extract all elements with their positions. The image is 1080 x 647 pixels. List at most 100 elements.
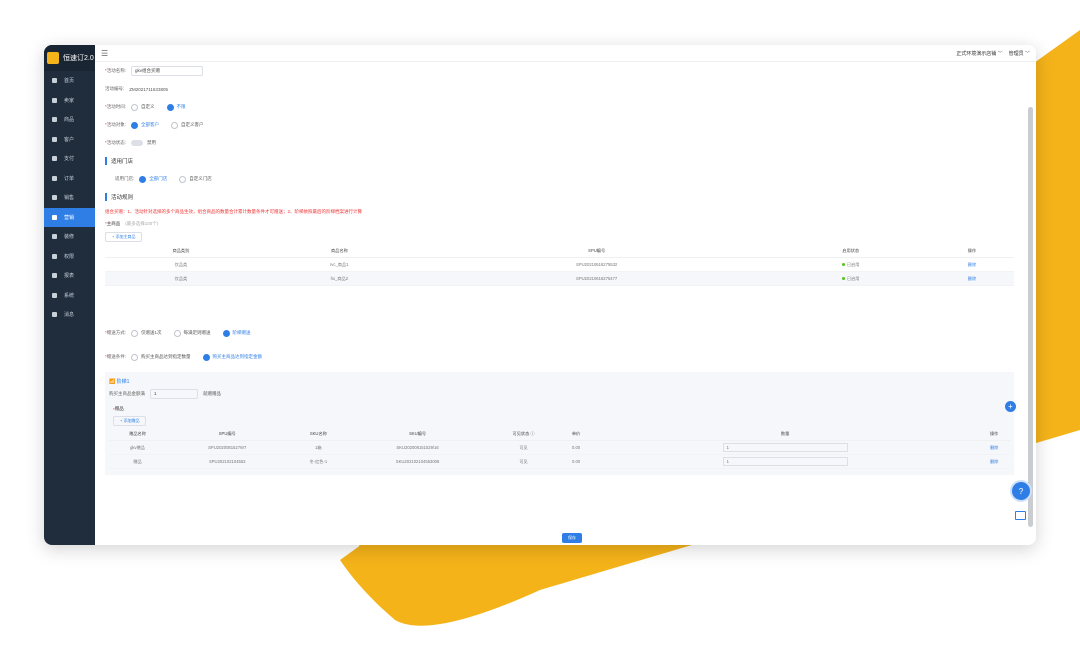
gift-mode-once-radio[interactable]: 仅赠送1次 — [131, 329, 162, 337]
sidebar-item[interactable]: 支付 — [44, 149, 95, 169]
nav-icon — [52, 97, 57, 103]
status-dot — [841, 276, 845, 280]
gift-qty-input[interactable]: 1 — [722, 443, 848, 452]
table-cell: 饮品类 — [174, 261, 188, 267]
gift-mode-tier-radio[interactable]: 阶梯赠送 — [222, 329, 251, 337]
table-cell: SPU2020081527W7 — [208, 445, 247, 450]
table-header: SKU名称 — [288, 427, 349, 441]
nav-icon — [52, 175, 57, 181]
store-all-radio[interactable]: 全部门店 — [139, 175, 167, 183]
sidebar-item[interactable]: 系统 — [44, 286, 95, 306]
topbar: ☰ 正式环境演示店铺 ﹀ 管理员 ﹀ — [95, 45, 1036, 62]
scrollbar[interactable] — [1028, 107, 1033, 527]
time-custom-radio[interactable]: 自定义 — [131, 103, 155, 111]
name-label: *活动名称: — [105, 68, 127, 73]
rule-section-title: 活动规则 — [105, 188, 1014, 206]
sidebar-item-label: 卖家 — [64, 97, 75, 104]
sidebar-item[interactable]: 客户 — [44, 130, 95, 150]
gift-table: 赠品名称 SPU编号 SKU名称 SKU编号 可见状态 ⓘ 单价 数量 操作 gkv赠品 SPU… — [109, 427, 1010, 469]
tier-qty-input[interactable]: 1 — [150, 389, 198, 399]
logo[interactable]: 恒速订2.0 — [44, 45, 95, 71]
main-goods-table: 商品类别 商品名称 SPU编号 启用状态 操作 饮品类 Ivc_商品1 SPU2021061… — [105, 244, 1014, 286]
gift-mode-each-radio[interactable]: 每满足则赠送 — [173, 329, 211, 337]
help-icon[interactable]: ? — [1010, 480, 1032, 502]
table-cell: SPU20210616275477 — [576, 276, 618, 281]
target-custom-radio[interactable]: 自定义客户 — [171, 121, 204, 129]
tier-qty-label: 购买主商品金额满 — [109, 391, 145, 396]
gift-goods-label: 赠品 — [114, 406, 124, 411]
table-cell: 已启用 — [846, 275, 860, 281]
sidebar-item-label: 报表 — [64, 273, 75, 280]
app-title: 恒速订2.0 — [63, 55, 94, 62]
user-menu[interactable]: 管理员 ﹀ — [1009, 50, 1030, 57]
sidebar-item[interactable]: 权限 — [44, 247, 95, 267]
mail-icon[interactable] — [1015, 511, 1026, 520]
app-window: 恒速订2.0 首页卖家商品 客户支付订单销售营销装修权限报表系统消息 ☰ 正式环境… — [44, 45, 1036, 545]
rule-note: 组合买赠：1、活动针对选择的多个商品生效，组合商品的数量合计累计数量条件才可赠送… — [105, 209, 363, 214]
nav-icon — [52, 273, 57, 279]
name-input[interactable]: gkv组合买赠 — [131, 66, 204, 76]
table-header: 启用状态 — [771, 244, 930, 258]
store-label: 适用门店: — [115, 176, 135, 181]
sidebar-item[interactable]: 装修 — [44, 227, 95, 247]
save-button[interactable]: 保存 — [562, 533, 582, 543]
nav-icon — [52, 292, 57, 298]
sidebar-item-label: 营销 — [64, 214, 75, 221]
form-content: *活动名称: gkv组合买赠 活动编号: ZM2021711633805 *活动… — [95, 62, 1024, 545]
table-row: 饮品类 hx_商品2 SPU20210616275477 已启用 删除 — [105, 271, 1014, 286]
delete-link[interactable]: 删除 — [990, 445, 998, 450]
sidebar-item-label: 支付 — [64, 156, 75, 163]
time-label: *活动时间: — [105, 104, 127, 109]
table-cell: 赠品 — [133, 458, 142, 464]
sidebar-item-label: 销售 — [64, 195, 75, 202]
gift-cond-amount-radio[interactable]: 购买主商品达到指定金额 — [202, 353, 262, 361]
table-header: 操作 — [978, 427, 1010, 441]
tier-qty-suffix: 就赠赠品 — [203, 391, 221, 396]
add-gift-button[interactable]: + 添加赠品 — [113, 416, 147, 426]
tier-title: 📶 阶梯1 — [109, 379, 130, 385]
add-tier-icon[interactable]: + — [1005, 401, 1016, 412]
sidebar-item-label: 装修 — [64, 234, 75, 241]
time-unlimited-radio[interactable]: 不限 — [166, 103, 186, 111]
sidebar-item[interactable]: 首页 — [44, 71, 95, 91]
target-all-radio[interactable]: 全部客户 — [131, 121, 159, 129]
sidebar-item[interactable]: 订单 — [44, 169, 95, 189]
sidebar-item[interactable]: 商品 — [44, 110, 95, 130]
sidebar-item[interactable]: 营销 — [44, 207, 95, 227]
table-header: SPU编号 — [166, 427, 289, 441]
table-cell: 可见 — [519, 458, 528, 464]
table-cell: SKU202008151529/16 — [396, 445, 439, 450]
delete-link[interactable]: 删除 — [990, 459, 998, 464]
sidebar-item-label: 权限 — [64, 253, 75, 260]
table-cell: hx_商品2 — [330, 275, 349, 281]
table-cell: 0.00 — [571, 459, 581, 464]
menu-toggle-icon[interactable]: ☰ — [101, 49, 108, 58]
sidebar: 恒速订2.0 首页卖家商品 客户支付订单销售营销装修权限报表系统消息 — [44, 45, 95, 545]
status-toggle[interactable] — [131, 140, 144, 146]
delete-link[interactable]: 删除 — [968, 276, 976, 281]
sidebar-item[interactable]: 卖家 — [44, 91, 95, 111]
sidebar-item[interactable]: 消息 — [44, 305, 95, 325]
table-row: 赠品 SPU202102104553 冬-红色-1 SKU20210210455300… — [109, 454, 1010, 469]
store-custom-radio[interactable]: 自定义门店 — [179, 175, 212, 183]
delete-link[interactable]: 删除 — [968, 262, 976, 267]
gift-cond-qty-radio[interactable]: 购买主商品达到指定数量 — [131, 353, 191, 361]
gift-qty-input[interactable]: 1 — [722, 457, 848, 466]
add-main-goods-button[interactable]: + 添加主商品 — [105, 232, 143, 242]
nav-icon — [52, 78, 57, 84]
nav-icon — [52, 312, 57, 318]
store-switcher[interactable]: 正式环境演示店铺 ﹀ — [956, 50, 1002, 57]
sidebar-item[interactable]: 销售 — [44, 188, 95, 208]
status-value: 禁用 — [147, 140, 157, 145]
table-row: 饮品类 Ivc_商品1 SPU20210616275532 已启用 删除 — [105, 257, 1014, 272]
table-cell: SPU202102104553 — [208, 459, 246, 464]
status-label: *活动状态: — [105, 140, 127, 145]
store-section-title: 适用门店 — [105, 152, 1014, 170]
sidebar-item-label: 系统 — [64, 292, 75, 299]
table-cell: gkv赠品 — [130, 444, 145, 450]
sidebar-item[interactable]: 报表 — [44, 266, 95, 286]
main-goods-hint: (最多选择100个) — [125, 221, 159, 226]
table-cell: 可见 — [519, 444, 528, 450]
code-label: 活动编号: — [105, 86, 125, 91]
table-row: gkv赠品 SPU2020081527W7 1箱 SKU202008151529/16… — [109, 440, 1010, 455]
